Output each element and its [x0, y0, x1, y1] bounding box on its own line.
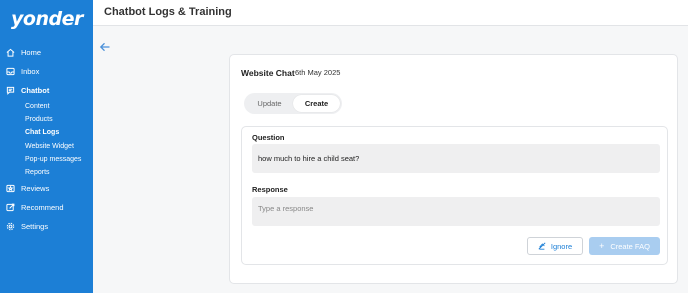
chat-log-card: Website Chat 6th May 2025 Update Create …	[229, 54, 678, 284]
create-faq-button-label: Create FAQ	[610, 241, 650, 251]
sidebar-subitem-content[interactable]: Content	[25, 103, 50, 110]
top-bar: Chatbot Logs & Training	[93, 0, 688, 26]
response-input[interactable]	[252, 197, 660, 226]
reviews-icon	[6, 184, 15, 193]
question-label: Question	[252, 133, 285, 142]
page-title: Chatbot Logs & Training	[104, 6, 232, 18]
sidebar-item-reviews[interactable]: Reviews	[6, 184, 49, 193]
ignore-icon	[538, 242, 546, 250]
card-date: 6th May 2025	[295, 68, 341, 77]
yonder-logo[interactable]: yonder	[11, 8, 83, 30]
ignore-button-label: Ignore	[550, 241, 573, 251]
ignore-button[interactable]: Ignore	[527, 237, 583, 255]
sidebar-item-recommend[interactable]: Recommend	[6, 203, 64, 212]
settings-icon	[6, 222, 15, 231]
sidebar-subitem-popup-messages[interactable]: Pop-up messages	[25, 156, 81, 163]
sidebar: yonder Home Inbox Chatbot Content Produc…	[0, 0, 93, 293]
sidebar-item-inbox[interactable]: Inbox	[6, 67, 39, 76]
tab-create[interactable]: Create	[293, 95, 340, 112]
sidebar-item-label: Recommend	[21, 203, 64, 212]
question-field[interactable]: how much to hire a child seat?	[252, 144, 660, 173]
sidebar-subitem-products[interactable]: Products	[25, 116, 53, 123]
card-title: Website Chat	[241, 68, 295, 78]
inbox-icon	[6, 67, 15, 76]
recommend-icon	[6, 203, 15, 212]
create-faq-button[interactable]: + Create FAQ	[589, 237, 660, 255]
plus-icon: +	[599, 241, 605, 251]
sidebar-subitem-website-widget[interactable]: Website Widget	[25, 143, 74, 150]
sidebar-item-label: Home	[21, 48, 42, 57]
sidebar-item-label: Inbox	[21, 67, 40, 76]
sidebar-item-label: Chatbot	[21, 86, 50, 95]
sidebar-item-chatbot[interactable]: Chatbot	[6, 86, 49, 95]
arrow-left-icon	[99, 42, 110, 52]
faq-form: Question how much to hire a child seat? …	[241, 126, 668, 265]
sidebar-item-label: Settings	[21, 222, 49, 231]
sidebar-item-settings[interactable]: Settings	[6, 222, 48, 231]
response-label: Response	[252, 185, 288, 194]
sidebar-item-home[interactable]: Home	[6, 48, 41, 57]
sidebar-item-label: Reviews	[21, 184, 50, 193]
sidebar-subitem-chat-logs[interactable]: Chat Logs	[25, 129, 59, 136]
mode-toggle: Update Create	[244, 93, 342, 114]
sidebar-subitem-reports[interactable]: Reports	[25, 169, 50, 176]
chatbot-icon	[6, 86, 15, 95]
back-button[interactable]	[98, 40, 112, 54]
tab-update[interactable]: Update	[246, 95, 293, 112]
home-icon	[6, 48, 15, 57]
